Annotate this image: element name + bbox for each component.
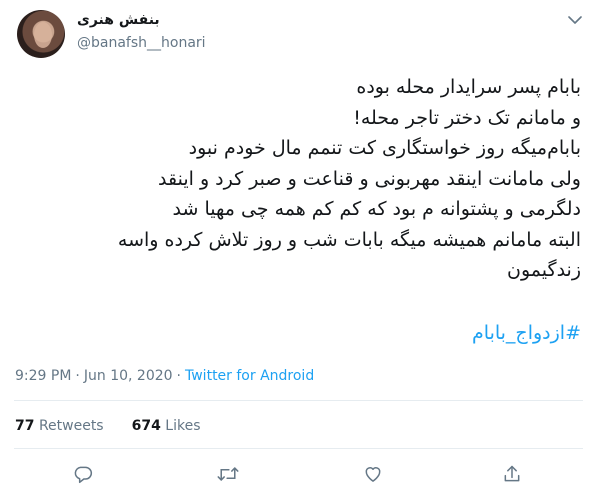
avatar-face	[34, 22, 52, 48]
tweet-text-line: زندگیمون	[507, 259, 581, 281]
author-handle[interactable]: @banafsh__honari	[77, 35, 206, 51]
likes-label: Likes	[165, 418, 201, 434]
author-display-name[interactable]: بنفش هنری	[77, 12, 160, 28]
tweet-text: بابام پسر سرایدار محله بوده و مامانم تک …	[14, 72, 581, 286]
chevron-down-icon[interactable]	[565, 10, 585, 30]
share-icon[interactable]	[498, 460, 526, 488]
hashtag-link[interactable]: #ازدواج_بابام	[472, 322, 581, 344]
likes-stat[interactable]: 674 Likes	[132, 418, 201, 434]
tweet-text-line: البته مامانم همیشه میگه بابات شب و روز ت…	[117, 228, 581, 251]
tweet-text-line: بابام‌میگه روز خواستگاری کت تنمم مال خود…	[188, 137, 581, 159]
divider	[14, 448, 583, 449]
heart-icon[interactable]	[359, 460, 387, 488]
tweet-text-line: بابام پسر سرایدار محله بوده	[356, 76, 581, 98]
tweet-source-link[interactable]: Twitter for Android	[185, 368, 314, 384]
avatar[interactable]	[17, 10, 65, 58]
meta-separator: ·	[176, 368, 181, 384]
action-bar	[0, 460, 597, 488]
meta-separator: ·	[75, 368, 80, 384]
retweets-stat[interactable]: 77 Retweets	[15, 418, 104, 434]
likes-count: 674	[131, 418, 161, 434]
divider	[14, 400, 583, 401]
retweet-icon[interactable]	[214, 460, 242, 488]
tweet-meta: 9:29 PM · Jun 10, 2020 · Twitter for And…	[15, 368, 314, 384]
retweets-count: 77	[15, 418, 35, 434]
tweet-date[interactable]: Jun 10, 2020	[84, 368, 173, 384]
tweet-text-line: و مامانم تک دختر تاجر محله!	[353, 106, 581, 129]
reply-icon[interactable]	[69, 460, 97, 488]
tweet-stats: 77 Retweets 674 Likes	[15, 418, 201, 434]
tweet-text-line: دلگرمی و پشتوانه م بود که کم کم همه چی م…	[172, 198, 581, 220]
tweet-time[interactable]: 9:29 PM	[15, 368, 71, 384]
retweets-label: Retweets	[38, 418, 104, 434]
tweet-text-line: ولی مامانت اینقد مهربونی و قناعت و صبر ک…	[158, 167, 581, 190]
